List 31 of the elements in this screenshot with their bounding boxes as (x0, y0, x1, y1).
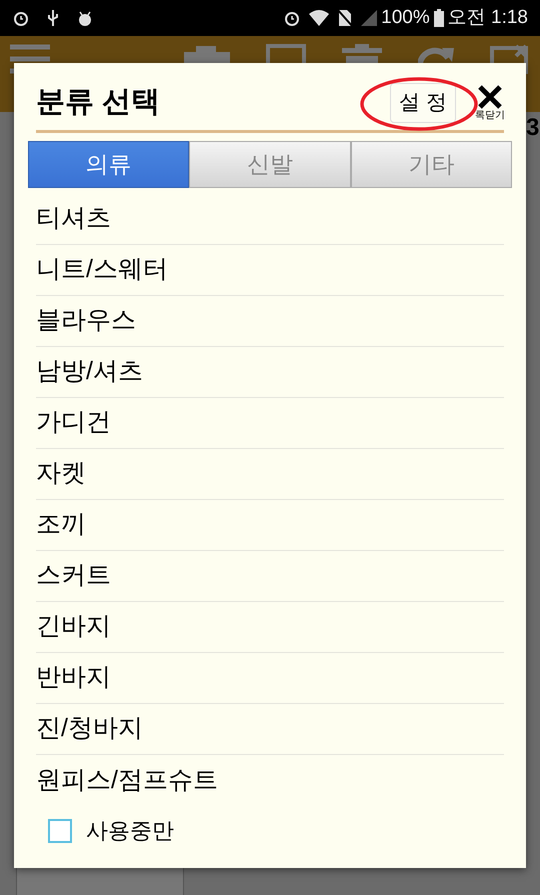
category-item[interactable]: 남방/셔츠 (36, 347, 504, 398)
alarm-icon (12, 9, 30, 27)
category-item[interactable]: 조끼 (36, 500, 504, 551)
clock: 오전 1:18 (448, 6, 528, 30)
category-item[interactable]: 반바지 (36, 653, 504, 704)
wifi-icon (309, 9, 330, 27)
category-item[interactable]: 진/청바지 (36, 704, 504, 755)
edge-text: 3 (526, 113, 540, 143)
close-button[interactable]: 록닫기 (470, 84, 510, 122)
checkbox-label: 사용중만 (86, 817, 174, 845)
close-icon (477, 84, 503, 110)
category-item[interactable]: 자켓 (36, 449, 504, 500)
battery-percent: 100% (381, 6, 430, 30)
category-item[interactable]: 가디건 (36, 398, 504, 449)
alarm-icon (283, 9, 302, 27)
category-item[interactable]: 니트/스웨터 (36, 245, 504, 296)
bug-icon (76, 9, 94, 27)
usb-icon (46, 9, 60, 27)
category-item[interactable]: 원피스/점프슈트 (36, 755, 504, 806)
dialog-title: 분류 선택 (36, 85, 160, 120)
settings-button[interactable]: 설 정 (390, 83, 456, 123)
category-item[interactable]: 티셔츠 (36, 194, 504, 245)
category-item[interactable]: 스커트 (36, 551, 504, 602)
close-label: 록닫기 (475, 110, 505, 122)
no-sim-icon (337, 9, 354, 27)
battery-icon (434, 9, 444, 27)
category-item[interactable]: 긴바지 (36, 602, 504, 653)
signal-icon (361, 10, 378, 26)
category-item[interactable]: 블라우스 (36, 296, 504, 347)
checkbox[interactable] (48, 818, 72, 842)
category-tab[interactable]: 의류 (28, 141, 190, 188)
